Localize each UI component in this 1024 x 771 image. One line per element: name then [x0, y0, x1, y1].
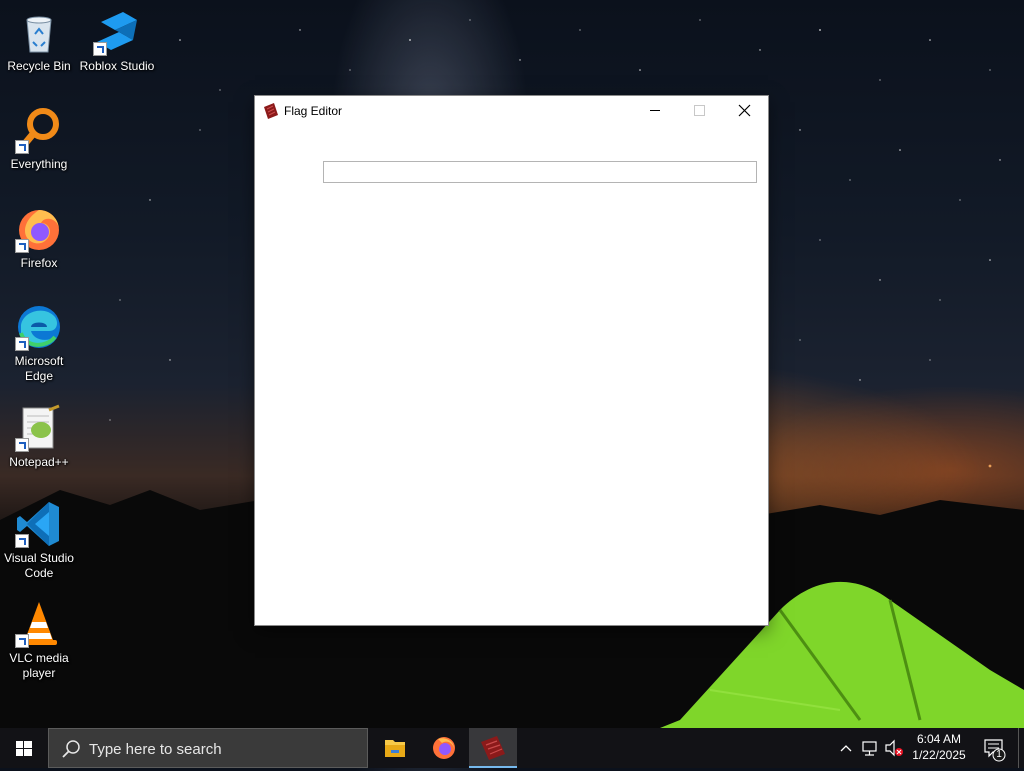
action-center-button[interactable]: 1 — [980, 728, 1010, 768]
desktop-icon-notepadpp[interactable]: Notepad++ — [1, 404, 77, 470]
clock-date: 1/22/2025 — [912, 748, 966, 762]
desktop-icon-label: VLC media player — [9, 651, 69, 680]
tray-overflow-button[interactable] — [836, 728, 856, 768]
shortcut-arrow-icon — [15, 438, 29, 452]
desktop-icon-vscode[interactable]: Visual Studio Code — [1, 500, 77, 581]
start-button[interactable] — [0, 728, 48, 768]
maximize-icon — [694, 105, 705, 116]
shortcut-arrow-icon — [15, 337, 29, 351]
flag-editor-icon — [481, 736, 505, 760]
taskbar-flag-editor[interactable] — [469, 728, 517, 768]
notification-count: 1 — [996, 749, 1002, 760]
desktop-icon-recycle-bin[interactable]: Recycle Bin — [1, 8, 77, 74]
windows-logo-icon — [16, 741, 32, 756]
shortcut-arrow-icon — [15, 534, 29, 548]
shortcut-arrow-icon — [93, 42, 107, 56]
window-title: Flag Editor — [284, 104, 343, 118]
desktop-icon-vlc[interactable]: VLC media player — [1, 600, 77, 681]
taskbar-search-box[interactable]: Type here to search — [48, 728, 368, 768]
desktop-icon-label: Everything — [10, 157, 68, 171]
maximize-button[interactable] — [677, 96, 722, 126]
minimize-button[interactable] — [632, 96, 677, 126]
taskbar-file-explorer[interactable] — [371, 728, 419, 768]
desktop-icon-roblox-studio[interactable]: Roblox Studio — [79, 8, 155, 74]
flag-input-field[interactable] — [323, 161, 757, 183]
firefox-icon — [433, 737, 455, 759]
notification-icon — [984, 739, 1006, 762]
chevron-up-icon — [840, 745, 852, 752]
minimize-icon — [650, 110, 660, 111]
close-icon — [738, 104, 751, 117]
desktop-icon-label: Recycle Bin — [7, 59, 71, 73]
desktop-icon-label: Firefox — [20, 256, 58, 270]
taskbar-clock[interactable]: 6:04 AM 1/22/2025 — [906, 731, 972, 763]
tray-volume[interactable] — [883, 728, 905, 768]
desktop-icon-label: Visual Studio Code — [4, 551, 74, 580]
tray-network[interactable] — [859, 728, 881, 768]
desktop-icon-label: Microsoft Edge — [14, 354, 64, 383]
recycle-bin-icon — [26, 16, 52, 53]
file-explorer-icon — [385, 740, 405, 757]
taskbar-firefox[interactable] — [420, 728, 468, 768]
desktop-icon-firefox[interactable]: Firefox — [1, 205, 77, 271]
desktop-icon-everything[interactable]: Everything — [1, 106, 77, 172]
shortcut-arrow-icon — [15, 634, 29, 648]
desktop-icon-label: Roblox Studio — [79, 59, 155, 73]
clock-time: 6:04 AM — [916, 732, 962, 746]
search-icon — [62, 740, 80, 758]
flag-editor-window: Flag Editor — [255, 96, 768, 625]
desktop-icon-microsoft-edge[interactable]: Microsoft Edge — [1, 303, 77, 384]
network-icon — [862, 741, 877, 756]
search-placeholder: Type here to search — [89, 741, 222, 758]
shortcut-arrow-icon — [15, 239, 29, 253]
taskbar: Type here to search 6:04 AM 1/22/2025 1 — [0, 728, 1024, 768]
show-desktop-button[interactable] — [1018, 728, 1024, 768]
close-button[interactable] — [722, 96, 767, 126]
flag-editor-app-icon — [264, 103, 278, 119]
volume-muted-icon — [885, 739, 903, 757]
shortcut-arrow-icon — [15, 140, 29, 154]
window-titlebar[interactable]: Flag Editor — [255, 96, 768, 126]
desktop-icon-label: Notepad++ — [9, 455, 69, 469]
